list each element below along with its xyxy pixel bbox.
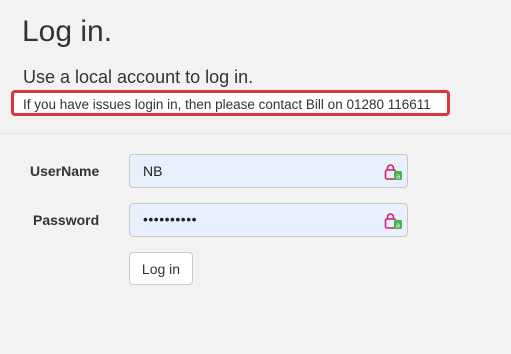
- password-value: ••••••••••: [143, 211, 198, 227]
- username-label: UserName: [30, 163, 100, 179]
- username-input[interactable]: NB a: [129, 154, 408, 188]
- login-button[interactable]: Log in: [129, 252, 193, 285]
- password-manager-lock-icon[interactable]: a: [384, 212, 404, 230]
- notice-text: If you have issues login in, then please…: [23, 97, 431, 112]
- svg-text:a: a: [396, 222, 400, 230]
- page-subtitle: Use a local account to log in.: [23, 67, 254, 87]
- username-value: NB: [143, 163, 163, 179]
- notice-box: If you have issues login in, then please…: [11, 90, 450, 116]
- page-title: Log in.: [22, 15, 113, 48]
- password-label: Password: [33, 212, 100, 228]
- password-input[interactable]: •••••••••• a: [129, 203, 408, 237]
- svg-text:a: a: [396, 173, 400, 181]
- divider: [0, 133, 511, 134]
- password-manager-lock-icon[interactable]: a: [384, 163, 404, 181]
